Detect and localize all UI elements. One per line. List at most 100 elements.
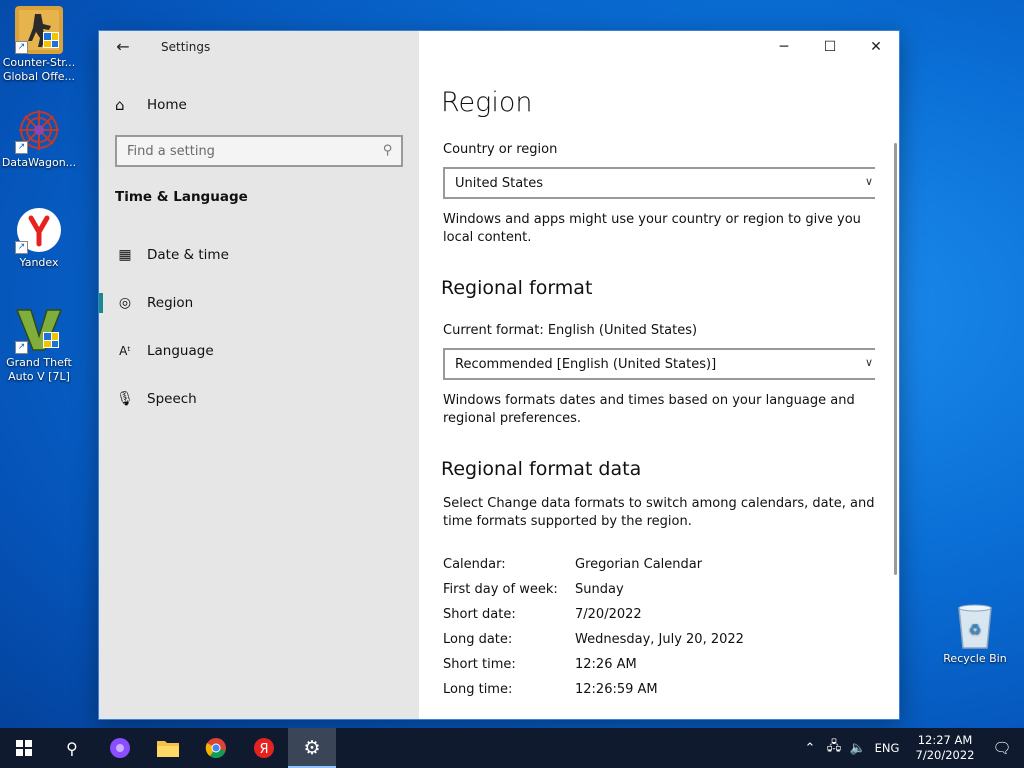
shortcut-arrow-icon: ↗ — [15, 141, 28, 154]
shortcut-arrow-icon: ↗ — [15, 241, 28, 254]
taskbar-chrome[interactable] — [192, 728, 240, 768]
chevron-up-icon[interactable]: ⌃ — [798, 741, 822, 756]
sidebar-item-language[interactable]: Aᵗ Language — [99, 331, 419, 371]
settings-window: ← Settings ⌂ Home ⚲ Time & Language ▦ Da… — [98, 30, 900, 720]
csgo-icon: ↗ — [15, 6, 63, 54]
scrollbar[interactable] — [894, 143, 897, 575]
country-dropdown[interactable]: United States ∨ — [443, 167, 875, 199]
start-button[interactable] — [0, 728, 48, 768]
format-data-key: First day of week: — [443, 582, 558, 597]
folder-icon — [157, 741, 179, 757]
desktop-icon-label: DataWagon... — [1, 156, 77, 169]
maximize-button[interactable]: ☐ — [807, 31, 853, 63]
taskbar-search-button[interactable]: ⚲ — [48, 728, 96, 768]
format-data-row: Short date: 7/20/2022 — [443, 607, 642, 622]
shortcut-arrow-icon: ↗ — [15, 41, 28, 54]
home-icon: ⌂ — [115, 96, 125, 114]
format-description: Windows formats dates and times based on… — [443, 393, 855, 426]
caption-buttons: ─ ☐ ✕ — [761, 31, 899, 63]
format-data-row: Long time: 12:26:59 AM — [443, 682, 658, 697]
svg-text:Я: Я — [259, 742, 268, 757]
desktop-icon-csgo[interactable]: ↗ Counter-Str... Global Offe... — [0, 6, 78, 84]
date-time-icon: ▦ — [118, 247, 132, 263]
format-data-key: Long date: — [443, 632, 513, 647]
gear-icon: ⚙ — [303, 737, 321, 759]
title-bar[interactable]: ← Settings — [99, 31, 419, 63]
desktop-icon-label: Counter-Str... Global Offe... — [2, 56, 76, 83]
clock-time: 12:27 AM — [917, 733, 973, 747]
minimize-button[interactable]: ─ — [761, 31, 807, 63]
windows-logo-icon — [16, 740, 32, 756]
desktop-icon-yandex[interactable]: ↗ Yandex — [0, 206, 78, 270]
desktop-icon-label: Grand Theft Auto V [7L] — [6, 356, 72, 383]
notification-icon[interactable]: 🗨 — [980, 739, 1024, 757]
format-data-row: Calendar: Gregorian Calendar — [443, 557, 702, 572]
format-data-description: Select Change data formats to switch amo… — [443, 496, 875, 529]
close-button[interactable]: ✕ — [853, 31, 899, 63]
format-data-value: 12:26 AM — [575, 657, 637, 672]
taskbar: ⚲ Я ⚙ ⌃ 🖧 🔈 ENG 12:27 AM 7/20/2022 🗨 — [0, 728, 1024, 768]
sidebar-item-speech[interactable]: 🎙 Speech — [99, 379, 419, 419]
desktop-icon-datawagon[interactable]: ↗ DataWagon... — [0, 106, 78, 170]
format-data-row: Long date: Wednesday, July 20, 2022 — [443, 632, 744, 647]
back-arrow-icon[interactable]: ← — [111, 37, 135, 57]
taskbar-yandex[interactable]: Я — [240, 728, 288, 768]
yandex-icon: Я — [254, 738, 274, 758]
taskbar-settings[interactable]: ⚙ — [288, 728, 336, 768]
nav-home[interactable]: ⌂ Home — [115, 93, 187, 117]
navigation-pane: ← Settings ⌂ Home ⚲ Time & Language ▦ Da… — [99, 31, 419, 719]
chevron-down-icon: ∨ — [864, 356, 873, 369]
network-icon[interactable]: 🖧 — [822, 737, 846, 759]
desktop-icon-gta5[interactable]: ↗ Grand Theft Auto V [7L] — [0, 306, 78, 384]
gta5-icon: ↗ — [15, 306, 63, 354]
sidebar-item-label: Date & time — [147, 247, 229, 263]
desktop-icon-recycle-bin[interactable]: ♻ Recycle Bin — [936, 602, 1014, 666]
format-data-value: Wednesday, July 20, 2022 — [575, 632, 744, 647]
current-format-label: Current format: English (United States) — [443, 323, 698, 338]
nav-section-title: Time & Language — [115, 189, 248, 205]
format-data-value: 7/20/2022 — [575, 607, 642, 622]
sidebar-item-region[interactable]: ◎ Region — [99, 283, 419, 323]
shortcut-arrow-icon: ↗ — [15, 341, 28, 354]
desktop-icon-label: Recycle Bin — [943, 652, 1007, 665]
chevron-down-icon: ∨ — [864, 175, 873, 188]
svg-text:♻: ♻ — [969, 622, 982, 638]
taskbar-alice[interactable] — [96, 728, 144, 768]
format-data-row: First day of week: Sunday — [443, 582, 624, 597]
system-tray: ⌃ 🖧 🔈 ENG 12:27 AM 7/20/2022 🗨 — [798, 728, 1024, 768]
datawagon-icon: ↗ — [15, 106, 63, 154]
search-icon[interactable]: ⚲ — [383, 143, 393, 158]
content-pane: ─ ☐ ✕ Region Country or region United St… — [419, 31, 899, 719]
page-title: Region — [441, 87, 533, 118]
format-dropdown[interactable]: Recommended [English (United States)] ∨ — [443, 348, 875, 380]
recycle-bin-icon: ♻ — [951, 602, 999, 650]
format-data-key: Short date: — [443, 607, 516, 622]
format-value: Recommended [English (United States)] — [455, 356, 717, 372]
format-data-key: Short time: — [443, 657, 516, 672]
search-box[interactable]: ⚲ — [115, 135, 403, 167]
country-description: Windows and apps might use your country … — [443, 212, 861, 245]
clock[interactable]: 12:27 AM 7/20/2022 — [910, 733, 980, 763]
format-data-row: Short time: 12:26 AM — [443, 657, 637, 672]
search-icon: ⚲ — [66, 738, 78, 758]
yandex-browser-icon: ↗ — [15, 206, 63, 254]
window-title: Settings — [161, 40, 211, 54]
format-data-key: Calendar: — [443, 557, 506, 572]
search-input[interactable] — [117, 137, 367, 165]
format-data-key: Long time: — [443, 682, 513, 697]
taskbar-file-explorer[interactable] — [144, 728, 192, 768]
nav-home-label: Home — [147, 97, 187, 113]
sidebar-item-label: Region — [147, 295, 194, 311]
volume-icon[interactable]: 🔈 — [846, 741, 870, 756]
region-icon: ◎ — [118, 295, 132, 311]
microphone-icon: 🎙 — [116, 391, 134, 407]
input-language[interactable]: ENG — [870, 741, 904, 755]
sidebar-item-label: Speech — [147, 391, 197, 407]
format-data-value: Gregorian Calendar — [575, 557, 703, 572]
clock-date: 7/20/2022 — [915, 748, 975, 762]
country-label: Country or region — [443, 142, 558, 157]
alice-assistant-icon — [110, 738, 130, 758]
format-data-heading: Regional format data — [441, 458, 642, 480]
country-value: United States — [455, 175, 544, 191]
sidebar-item-date-time[interactable]: ▦ Date & time — [99, 235, 419, 275]
